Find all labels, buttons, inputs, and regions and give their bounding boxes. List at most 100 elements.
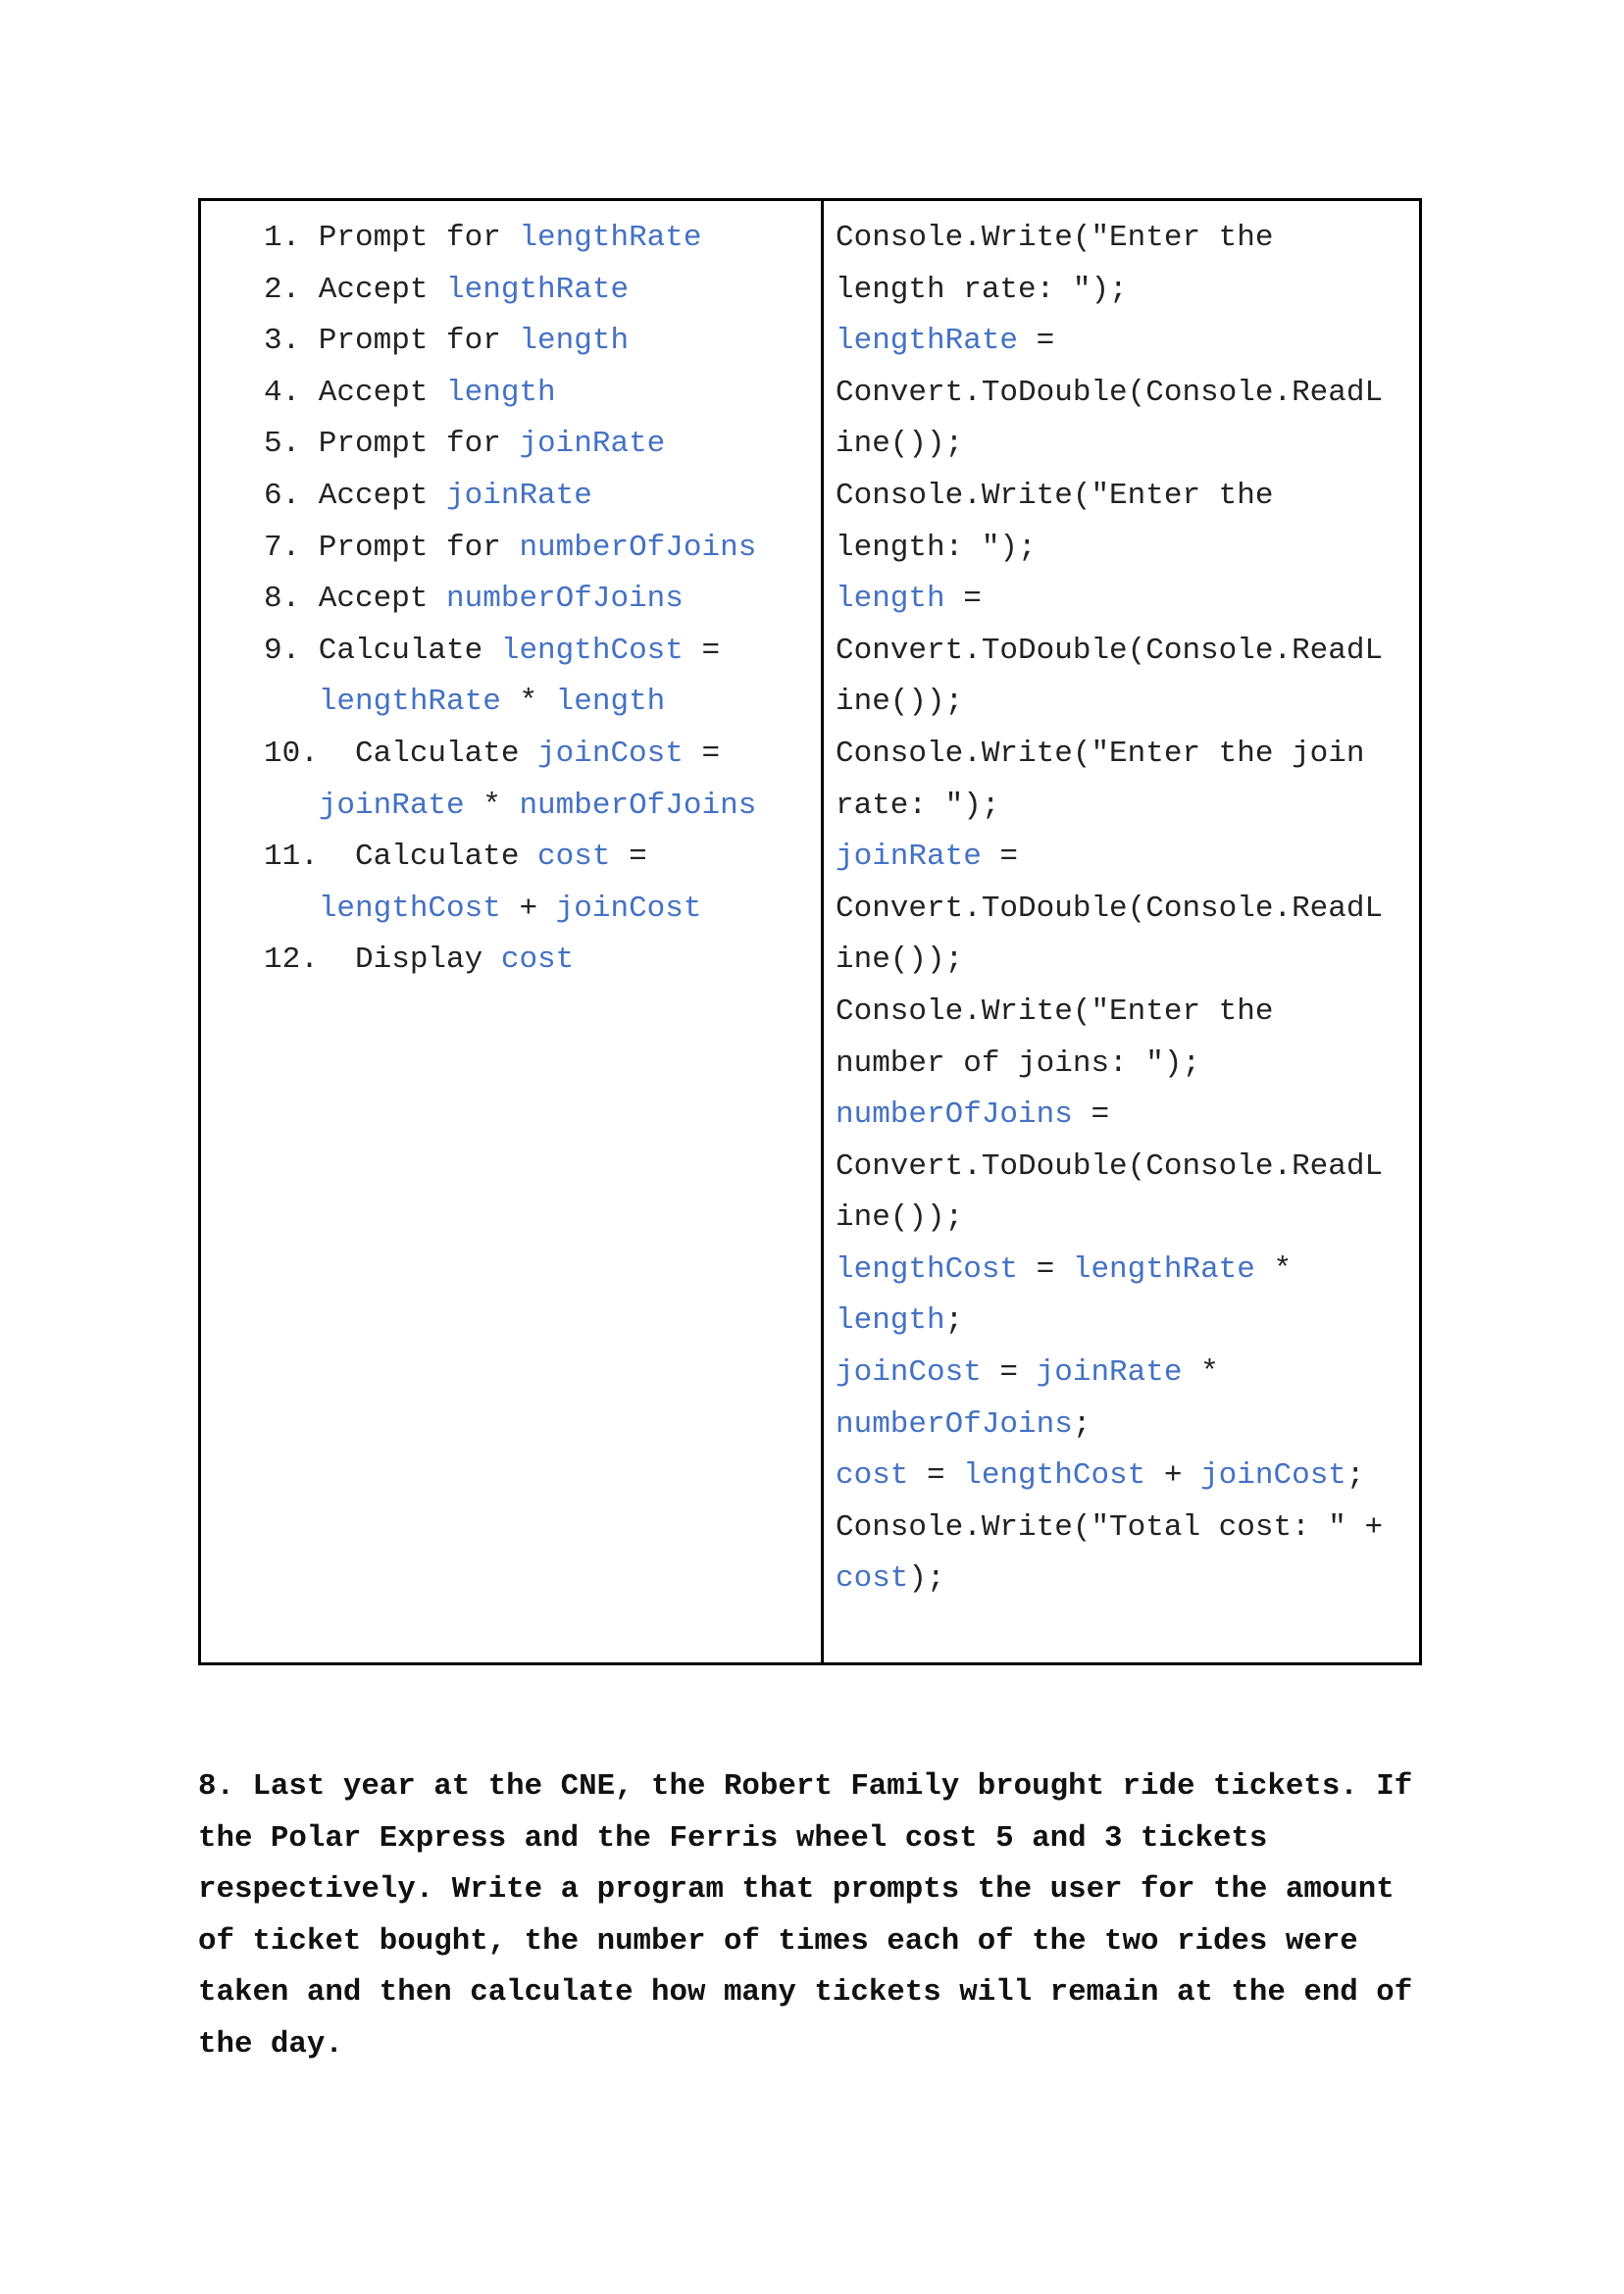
code-line: ine());: [836, 935, 1383, 987]
question-line: the Polar Express and the Ferris wheel c…: [198, 1820, 1268, 1856]
text-token: =: [981, 1355, 1037, 1391]
code-line: number of joins: ");: [836, 1039, 1383, 1091]
text-token: =: [908, 1458, 964, 1494]
column-divider: [821, 201, 824, 1662]
pseudocode-line: 6. Accept joinRate: [264, 471, 756, 523]
pseudocode-line: lengthCost + joinCost: [264, 884, 756, 936]
pseudocode-column: 1. Prompt for lengthRate 2. Accept length…: [264, 213, 756, 987]
variable-token: cost: [836, 1561, 909, 1597]
text-token: =: [610, 840, 647, 875]
text-token: ine());: [836, 1200, 964, 1236]
code-line: Convert.ToDouble(Console.ReadL: [836, 368, 1383, 420]
variable-token: lengthCost: [963, 1458, 1146, 1494]
code-line: length rate: ");: [836, 265, 1383, 317]
text-token: 10. Calculate: [264, 736, 538, 771]
text-token: );: [908, 1561, 945, 1597]
variable-token: joinCost: [836, 1355, 982, 1391]
code-line: length;: [836, 1296, 1383, 1348]
code-line: Console.Write("Enter the: [836, 471, 1383, 523]
text-token: Convert.ToDouble(Console.ReadL: [836, 891, 1384, 926]
variable-token: lengthRate: [318, 685, 501, 720]
variable-token: lengthRate: [519, 221, 702, 255]
code-line: cost = lengthCost + joinCost;: [836, 1451, 1383, 1503]
code-line: numberOfJoins =: [836, 1090, 1383, 1142]
pseudocode-line: 8. Accept numberOfJoins: [264, 574, 756, 626]
variable-token: numberOfJoins: [519, 788, 757, 823]
text-token: 1. Prompt for: [264, 221, 520, 255]
text-token: Console.Write("Enter the: [836, 478, 1274, 513]
variable-token: joinCost: [537, 736, 684, 771]
text-token: Console.Write("Enter the: [836, 994, 1274, 1029]
variable-token: numberOfJoins: [836, 1097, 1073, 1133]
text-token: Convert.ToDouble(Console.ReadL: [836, 633, 1384, 668]
text-token: ;: [944, 1303, 964, 1339]
code-line: lengthRate =: [836, 316, 1383, 368]
pseudocode-line: 7. Prompt for numberOfJoins: [264, 523, 756, 575]
text-token: 2. Accept: [264, 272, 447, 307]
variable-token: numberOfJoins: [836, 1406, 1073, 1442]
text-token: 12. Display: [264, 943, 501, 978]
variable-token: length: [446, 375, 556, 410]
variable-token: cost: [500, 943, 575, 978]
code-line: Console.Write("Enter the: [836, 213, 1383, 265]
variable-token: lengthCost: [500, 633, 684, 668]
pseudocode-line: 4. Accept length: [264, 368, 756, 420]
variable-token: lengthCost: [836, 1251, 1019, 1287]
question-line: 8. Last year at the CNE, the Robert Fami…: [198, 1769, 1413, 1804]
pseudocode-line: 12. Display cost: [264, 935, 756, 987]
code-line: Console.Write("Enter the join: [836, 729, 1383, 781]
pseudocode-line: joinRate * numberOfJoins: [264, 781, 756, 833]
code-line: ine());: [836, 419, 1383, 471]
text-token: Convert.ToDouble(Console.ReadL: [836, 1148, 1384, 1184]
text-token: Console.Write("Enter the: [836, 221, 1274, 255]
code-line: Console.Write("Total cost: " +: [836, 1503, 1383, 1555]
text-token: =: [1018, 1251, 1073, 1287]
pseudocode-line: 9. Calculate lengthCost =: [264, 626, 756, 678]
code-line: Convert.ToDouble(Console.ReadL: [836, 1142, 1383, 1194]
text-token: 9. Calculate: [264, 633, 501, 668]
text-token: 7. Prompt for: [264, 530, 520, 565]
text-token: ine());: [836, 427, 964, 462]
text-token: +: [500, 891, 556, 926]
variable-token: joinRate: [836, 840, 982, 875]
text-token: rate: ");: [836, 788, 1000, 823]
variable-token: length: [836, 582, 945, 617]
variable-token: cost: [836, 1458, 909, 1494]
text-token: Console.Write("Total cost: " +: [836, 1509, 1384, 1545]
text-token: *: [500, 685, 556, 720]
code-line: Convert.ToDouble(Console.ReadL: [836, 626, 1383, 678]
variable-token: joinRate: [446, 478, 592, 513]
text-token: =: [683, 736, 721, 771]
question-line: taken and then calculate how many ticket…: [198, 1975, 1413, 2011]
variable-token: joinRate: [318, 788, 465, 823]
text-token: 8. Accept: [264, 582, 447, 617]
text-token: 11. Calculate: [264, 840, 538, 875]
code-line: ine());: [836, 1193, 1383, 1245]
text-token: =: [981, 840, 1019, 875]
text-token: 3. Prompt for: [264, 324, 520, 359]
variable-token: length: [519, 324, 630, 359]
text-token: *: [1182, 1355, 1219, 1391]
text-token: =: [944, 582, 982, 617]
code-line: joinCost = joinRate *: [836, 1348, 1383, 1400]
variable-token: joinRate: [1036, 1355, 1183, 1391]
text-token: ine());: [836, 685, 964, 720]
code-line: length =: [836, 574, 1383, 626]
code-line: joinRate =: [836, 832, 1383, 884]
question-8: 8. Last year at the CNE, the Robert Fami…: [198, 1761, 1473, 2071]
pseudocode-line: 10. Calculate joinCost =: [264, 729, 756, 781]
question-line: the day.: [198, 2026, 343, 2062]
variable-token: length: [555, 685, 666, 720]
text-token: Console.Write("Enter the join: [836, 736, 1365, 771]
text-token: +: [1145, 1458, 1201, 1494]
text-token: =: [1018, 324, 1055, 359]
text-token: ;: [1345, 1458, 1365, 1494]
text-token: length: ");: [836, 530, 1037, 565]
text-token: 4. Accept: [264, 375, 447, 410]
text-token: *: [464, 788, 520, 823]
code-line: Convert.ToDouble(Console.ReadL: [836, 884, 1383, 936]
code-line: Console.Write("Enter the: [836, 987, 1383, 1039]
variable-token: lengthRate: [1072, 1251, 1255, 1287]
